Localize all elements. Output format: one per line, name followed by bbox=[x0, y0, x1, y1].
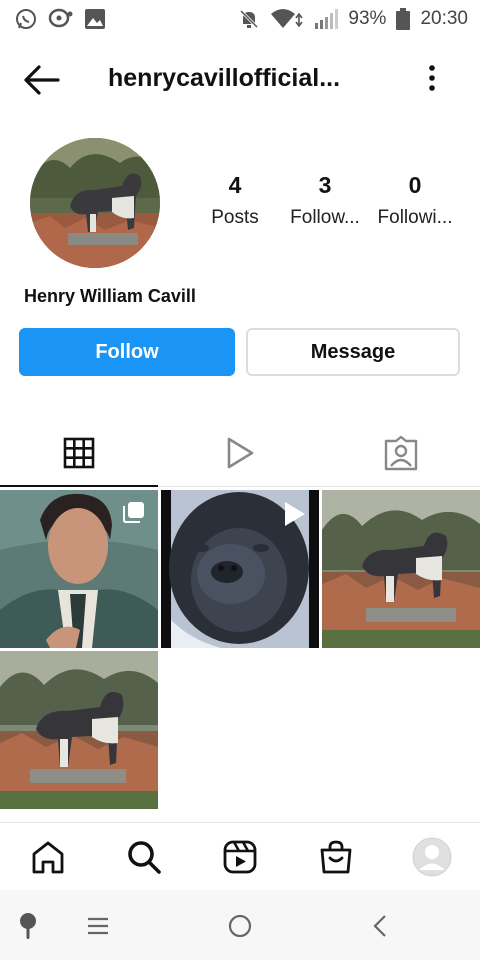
whatsapp-icon bbox=[14, 7, 38, 31]
recent-apps-icon bbox=[88, 917, 108, 935]
nav-shop[interactable] bbox=[314, 835, 358, 879]
tab-reels[interactable] bbox=[161, 420, 319, 486]
chat-bubble-icon bbox=[48, 7, 74, 31]
reels-icon bbox=[223, 840, 257, 874]
profile-stats: 4 Posts 3 Follow... 0 Followi... bbox=[190, 172, 470, 242]
image-icon bbox=[84, 8, 106, 30]
post-tile-1[interactable] bbox=[0, 490, 158, 648]
arrow-left-icon bbox=[24, 65, 60, 95]
clock: 20:30 bbox=[420, 8, 468, 29]
home-system-button[interactable] bbox=[220, 908, 260, 944]
wifi-icon bbox=[270, 8, 304, 30]
tagged-person-icon bbox=[384, 435, 418, 471]
display-name: Henry William Cavill bbox=[24, 286, 196, 306]
battery-percent: 93% bbox=[348, 8, 387, 29]
post-tile-4[interactable] bbox=[0, 651, 158, 809]
system-navigation bbox=[0, 890, 480, 960]
notifications-off-icon bbox=[238, 8, 260, 30]
profile-avatar[interactable] bbox=[30, 138, 160, 268]
home-icon bbox=[32, 841, 64, 874]
profile-tabs bbox=[0, 420, 480, 487]
post-tile-3[interactable] bbox=[322, 490, 480, 648]
grid-icon bbox=[63, 437, 95, 469]
nav-search[interactable] bbox=[122, 835, 166, 879]
posts-label: Posts bbox=[211, 207, 259, 228]
battery-icon bbox=[396, 8, 411, 30]
tab-posts-grid[interactable] bbox=[0, 420, 158, 487]
tab-tagged[interactable] bbox=[322, 420, 480, 486]
assistant-button[interactable] bbox=[8, 908, 48, 944]
assistant-icon bbox=[20, 913, 36, 939]
follow-button[interactable]: Follow bbox=[19, 328, 235, 376]
back-button[interactable] bbox=[22, 62, 62, 98]
search-icon bbox=[128, 841, 161, 874]
back-chevron-icon bbox=[373, 915, 386, 937]
home-circle-icon bbox=[228, 914, 252, 938]
following-label: Followi... bbox=[377, 207, 453, 228]
status-left bbox=[14, 7, 106, 31]
nav-reels[interactable] bbox=[218, 835, 262, 879]
username-title: henrycavillofficial... bbox=[108, 64, 341, 92]
following-stat[interactable]: 0 Followi... bbox=[370, 172, 460, 242]
recent-apps-button[interactable] bbox=[78, 908, 118, 944]
post-tile-2[interactable] bbox=[161, 490, 319, 648]
posts-count: 4 bbox=[228, 172, 242, 198]
profile-avatar-icon bbox=[412, 837, 452, 877]
followers-stat[interactable]: 3 Follow... bbox=[280, 172, 370, 242]
nav-profile[interactable] bbox=[410, 835, 454, 879]
video-play-icon bbox=[281, 500, 307, 528]
back-system-button[interactable] bbox=[360, 908, 400, 944]
message-button[interactable]: Message bbox=[246, 328, 460, 376]
more-options-button[interactable] bbox=[420, 62, 444, 98]
reels-play-icon bbox=[227, 437, 254, 469]
followers-count: 3 bbox=[318, 172, 332, 198]
profile-header: henrycavillofficial... bbox=[0, 52, 480, 108]
status-right: 93% 20:30 bbox=[238, 8, 468, 30]
posts-stat[interactable]: 4 Posts bbox=[190, 172, 280, 242]
followers-label: Follow... bbox=[290, 207, 360, 228]
following-count: 0 bbox=[408, 172, 422, 198]
signal-icon bbox=[314, 8, 339, 30]
more-vertical-icon bbox=[429, 65, 435, 91]
bottom-navigation bbox=[0, 822, 480, 889]
shop-icon bbox=[320, 840, 352, 874]
status-bar: 93% 20:30 bbox=[0, 0, 480, 38]
nav-home[interactable] bbox=[26, 835, 70, 879]
carousel-icon bbox=[122, 500, 146, 524]
